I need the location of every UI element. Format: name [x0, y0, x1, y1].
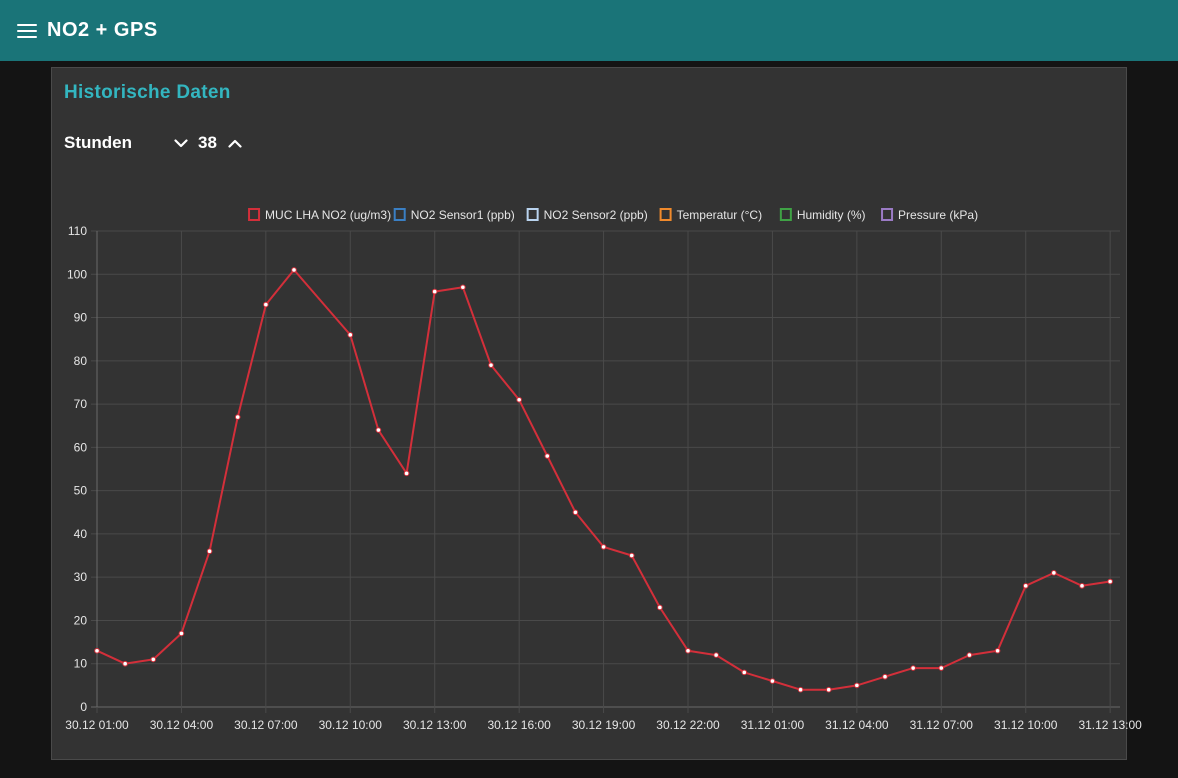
data-point [544, 453, 551, 459]
x-tick-label: 31.12 01:00 [741, 718, 805, 732]
x-tick-label: 30.12 16:00 [487, 718, 551, 732]
data-point [94, 647, 100, 654]
y-tick-label: 110 [68, 224, 87, 238]
legend-label: NO2 Sensor2 (ppb) [544, 208, 648, 222]
data-point [685, 647, 691, 654]
data-point [460, 284, 466, 291]
legend-label: Pressure (kPa) [898, 208, 978, 222]
data-point [347, 332, 354, 338]
x-tick-label: 30.12 01:00 [65, 718, 129, 732]
y-tick-label: 80 [74, 354, 88, 368]
x-tick-label: 31.12 13:00 [1078, 718, 1142, 732]
data-point [713, 652, 719, 658]
data-point [150, 656, 157, 663]
x-tick-label: 30.12 19:00 [572, 718, 636, 732]
y-tick-label: 40 [74, 527, 88, 541]
data-point [572, 509, 579, 516]
x-tick-label: 30.12 22:00 [656, 718, 720, 732]
data-point [741, 669, 748, 676]
data-point [994, 647, 1001, 654]
legend-swatch [881, 208, 894, 221]
data-point [657, 604, 663, 611]
data-point [938, 665, 945, 671]
y-tick-label: 60 [74, 440, 88, 454]
x-tick-label: 30.12 07:00 [234, 718, 298, 732]
data-point [1051, 570, 1057, 576]
data-point [516, 396, 522, 403]
data-point [825, 686, 832, 693]
legend-swatch [393, 208, 406, 221]
legend-swatch [526, 208, 539, 221]
data-point [966, 652, 973, 658]
y-tick-label: 10 [74, 657, 88, 671]
legend-label: MUC LHA NO2 (ug/m3) [265, 208, 391, 222]
y-tick-label: 50 [74, 484, 88, 498]
x-tick-label: 31.12 07:00 [910, 718, 974, 732]
no2-line-chart: 0 10 20 30 40 50 60 70 80 90 100 110 30.12 01:00 30.1… [65, 208, 1142, 732]
legend-swatch [248, 208, 261, 221]
y-tick-label: 100 [67, 267, 87, 281]
data-point [263, 301, 269, 308]
data-point [854, 682, 860, 689]
data-point [291, 267, 297, 273]
legend-label: Temperatur (°C) [677, 208, 762, 222]
y-tick-label: 30 [74, 570, 88, 584]
data-point [178, 630, 185, 637]
legend-swatch [779, 208, 792, 221]
y-tick-label: 20 [74, 613, 88, 627]
legend-swatch [659, 208, 672, 221]
data-point [1022, 583, 1029, 589]
y-tick-label: 70 [74, 397, 88, 411]
data-point [122, 660, 128, 667]
x-tick-label: 30.12 04:00 [150, 718, 214, 732]
data-point [769, 678, 776, 684]
data-point [206, 548, 213, 555]
data-point [488, 362, 494, 368]
x-tick-label: 30.12 10:00 [319, 718, 383, 732]
y-tick-label: 0 [80, 700, 87, 714]
x-tick-label: 30.12 13:00 [403, 718, 467, 732]
x-tick-label: 31.12 10:00 [994, 718, 1058, 732]
x-tick-label: 31.12 04:00 [825, 718, 889, 732]
data-point [1107, 578, 1113, 585]
data-point [1079, 583, 1085, 589]
legend-label: Humidity (%) [797, 208, 866, 222]
y-tick-label: 90 [74, 311, 88, 325]
data-point [600, 544, 607, 550]
data-point [234, 414, 241, 420]
legend-label: NO2 Sensor1 (ppb) [411, 208, 515, 222]
data-point [628, 552, 635, 559]
data-point [375, 427, 382, 433]
data-point [431, 288, 438, 295]
data-point [403, 470, 410, 477]
data-point [797, 686, 804, 693]
data-point [910, 665, 916, 671]
data-point [882, 673, 888, 680]
